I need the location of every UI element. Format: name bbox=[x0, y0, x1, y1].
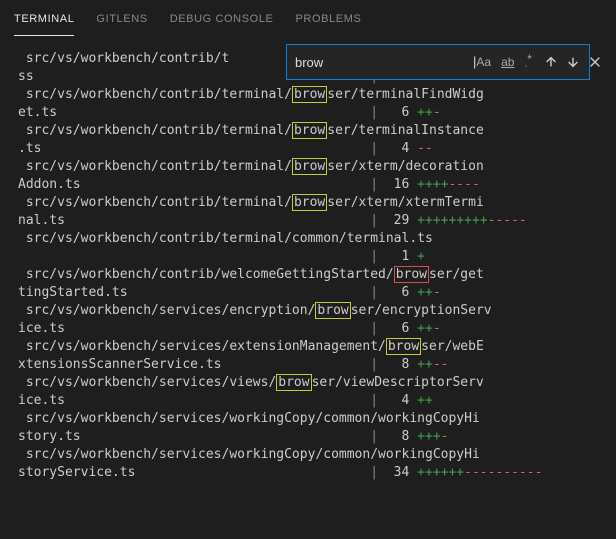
close-icon[interactable] bbox=[588, 55, 602, 69]
regex-toggle[interactable]: .* bbox=[524, 50, 531, 73]
whole-word-toggle[interactable]: ab bbox=[501, 53, 514, 71]
terminal-line: nal.ts | 29 +++++++++----- bbox=[18, 212, 610, 230]
panel-tabbar: TERMINAL GITLENS DEBUG CONSOLE PROBLEMS bbox=[0, 0, 616, 40]
terminal-line: src/vs/workbench/contrib/welcomeGettingS… bbox=[18, 266, 610, 284]
terminal-line: story.ts | 8 +++- bbox=[18, 428, 610, 446]
search-match: brow bbox=[292, 122, 327, 139]
tab-problems[interactable]: PROBLEMS bbox=[295, 8, 361, 34]
terminal-output[interactable]: src/vs/workbench/contrib/t ss | 16 ++++ … bbox=[0, 40, 616, 482]
terminal-line: | 1 + bbox=[18, 248, 610, 266]
tab-debug-console[interactable]: DEBUG CONSOLE bbox=[170, 8, 274, 34]
search-input[interactable] bbox=[293, 53, 473, 72]
match-case-toggle[interactable]: Aa bbox=[476, 53, 491, 71]
terminal-line: tingStarted.ts | 6 ++- bbox=[18, 284, 610, 302]
terminal-line: src/vs/workbench/services/views/browser/… bbox=[18, 374, 610, 392]
terminal-line: Addon.ts | 16 ++++---- bbox=[18, 176, 610, 194]
tab-gitlens[interactable]: GITLENS bbox=[96, 8, 147, 34]
arrow-up-icon[interactable] bbox=[544, 55, 558, 69]
search-match: brow bbox=[315, 302, 350, 319]
terminal-line: src/vs/workbench/contrib/terminal/browse… bbox=[18, 158, 610, 176]
terminal-line: ice.ts | 6 ++- bbox=[18, 320, 610, 338]
search-match: brow bbox=[394, 266, 429, 283]
terminal-line: ice.ts | 4 ++ bbox=[18, 392, 610, 410]
search-options: Aa ab .* bbox=[476, 50, 532, 73]
search-match: brow bbox=[292, 86, 327, 103]
terminal-line: src/vs/workbench/contrib/terminal/browse… bbox=[18, 194, 610, 212]
terminal-line: .ts | 4 -- bbox=[18, 140, 610, 158]
tab-terminal[interactable]: TERMINAL bbox=[14, 8, 74, 34]
terminal-line: src/vs/workbench/contrib/terminal/browse… bbox=[18, 86, 610, 104]
search-nav bbox=[544, 55, 602, 69]
terminal-line: src/vs/workbench/services/workingCopy/co… bbox=[18, 410, 610, 428]
terminal-line: src/vs/workbench/services/extensionManag… bbox=[18, 338, 610, 356]
arrow-down-icon[interactable] bbox=[566, 55, 580, 69]
terminal-line: src/vs/workbench/contrib/terminal/browse… bbox=[18, 122, 610, 140]
terminal-find-widget: | Aa ab .* bbox=[286, 44, 590, 80]
search-match: brow bbox=[292, 158, 327, 175]
search-match: brow bbox=[386, 338, 421, 355]
search-match: brow bbox=[276, 374, 311, 391]
terminal-line: src/vs/workbench/services/encryption/bro… bbox=[18, 302, 610, 320]
terminal-line: src/vs/workbench/contrib/terminal/common… bbox=[18, 230, 610, 248]
search-match: brow bbox=[292, 194, 327, 211]
terminal-line: et.ts | 6 ++- bbox=[18, 104, 610, 122]
terminal-line: xtensionsScannerService.ts | 8 ++-- bbox=[18, 356, 610, 374]
terminal-line: storyService.ts | 34 ++++++---------- bbox=[18, 464, 610, 482]
terminal-line: src/vs/workbench/services/workingCopy/co… bbox=[18, 446, 610, 464]
